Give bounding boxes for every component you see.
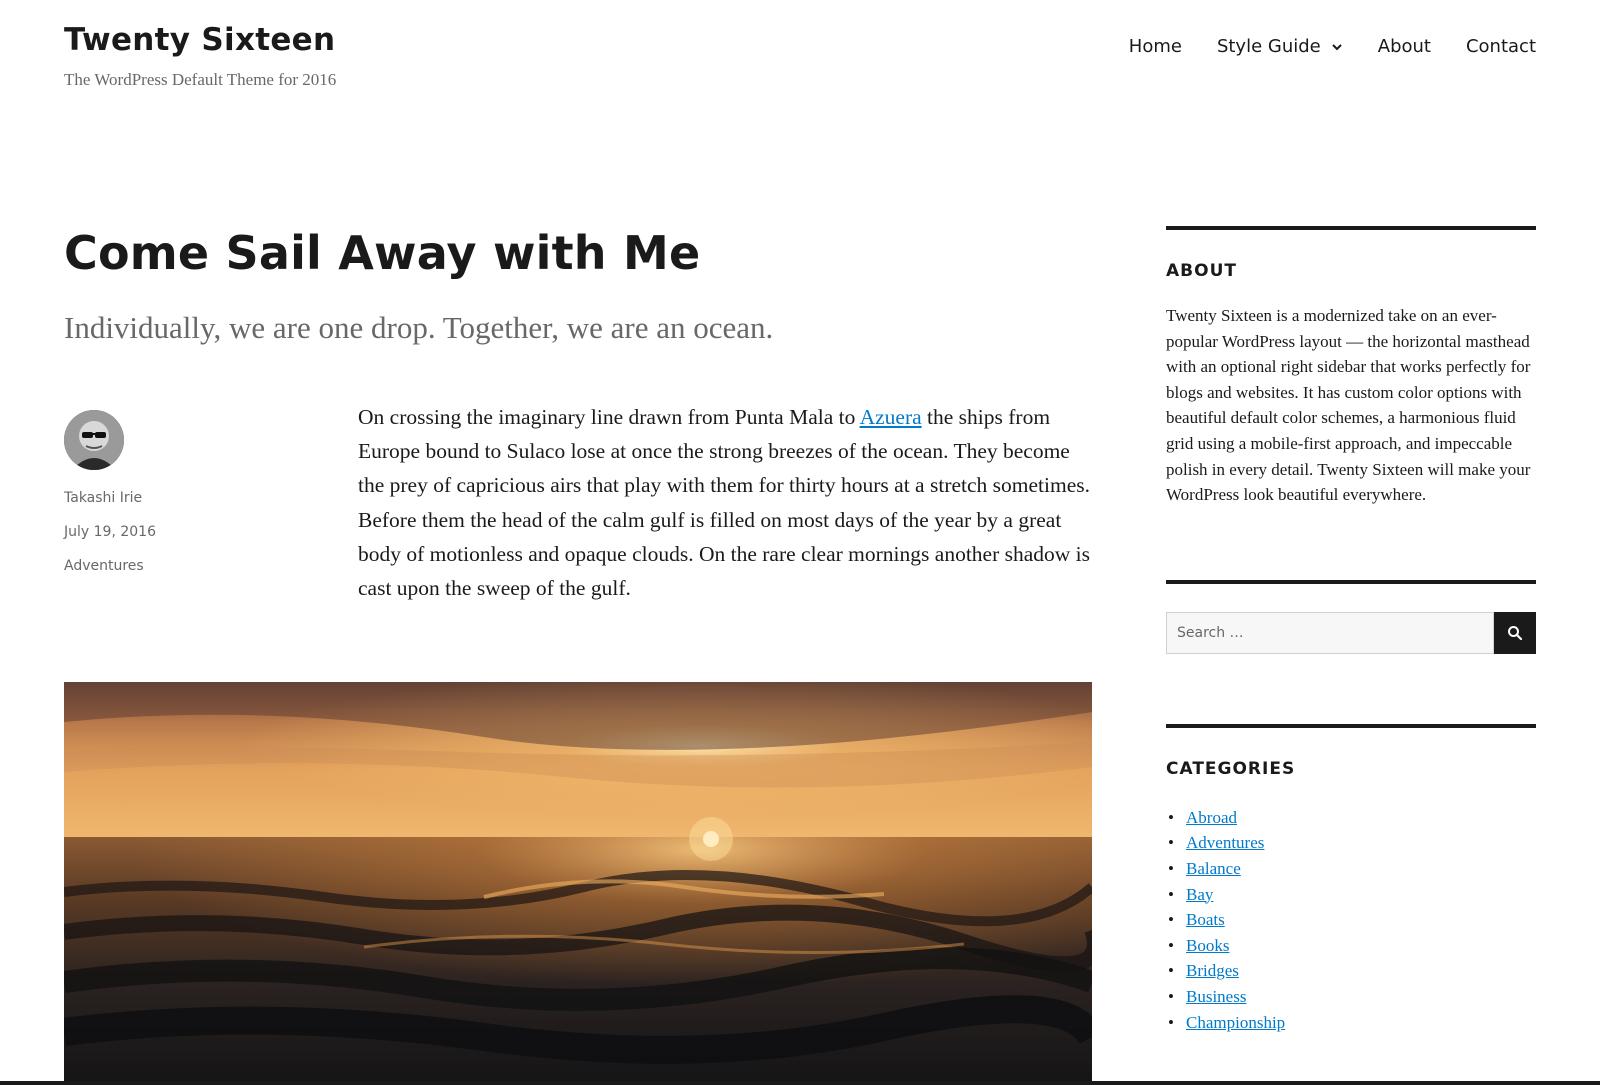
- search-input[interactable]: Search …: [1166, 611, 1494, 654]
- azuera-link[interactable]: Azuera: [860, 405, 922, 429]
- category-link[interactable]: Abroad: [1186, 808, 1237, 827]
- category-item[interactable]: Business: [1166, 984, 1536, 1010]
- main-navigation: Home Style Guide About Contact: [1094, 36, 1536, 57]
- about-widget-text: Twenty Sixteen is a modernized take on a…: [1166, 306, 1531, 505]
- sidebar: ABOUT Twenty Sixteen is a modernized tak…: [1166, 226, 1536, 1035]
- site-title[interactable]: Twenty Sixteen: [64, 22, 335, 58]
- post-body: On crossing the imaginary line drawn fro…: [358, 400, 1098, 605]
- search-icon: [1508, 625, 1523, 640]
- category-item[interactable]: Abroad: [1166, 805, 1536, 831]
- search-form: Search …: [1166, 611, 1536, 654]
- post-subtitle: Individually, we are one drop. Together,…: [64, 310, 774, 345]
- search-button[interactable]: [1494, 611, 1536, 654]
- category-item[interactable]: Balance: [1166, 856, 1536, 882]
- nav-item-label: About: [1377, 36, 1431, 57]
- featured-image-sunset-ocean: [64, 682, 1092, 1085]
- category-item[interactable]: Bridges: [1166, 958, 1536, 984]
- bottom-border: [0, 1081, 1600, 1085]
- post-meta: Takashi Irie July 19, 2016 Adventures: [64, 410, 304, 574]
- nav-item-about[interactable]: About: [1378, 36, 1431, 57]
- avatar-image: [64, 410, 124, 470]
- categories-widget-title: CATEGORIES: [1166, 758, 1296, 779]
- body-text: On crossing the imaginary line drawn fro…: [358, 405, 860, 429]
- about-widget-title: ABOUT: [1166, 261, 1237, 281]
- category-link[interactable]: Boats: [1186, 910, 1225, 929]
- avatar[interactable]: [64, 410, 124, 470]
- category-item[interactable]: Bay: [1166, 882, 1536, 908]
- site-header: Twenty Sixteen The WordPress Default The…: [64, 22, 1536, 102]
- category-link[interactable]: Books: [1186, 936, 1229, 955]
- categories-widget: CATEGORIES Abroad Adventures Balance Bay…: [1166, 723, 1536, 1035]
- chevron-down-icon: [1332, 43, 1342, 50]
- site-description: The WordPress Default Theme for 2016: [64, 70, 337, 89]
- category-item[interactable]: Boats: [1166, 907, 1536, 933]
- about-widget: ABOUT Twenty Sixteen is a modernized tak…: [1166, 226, 1536, 508]
- category-link[interactable]: Championship: [1186, 1013, 1285, 1032]
- category-link[interactable]: Bridges: [1186, 961, 1239, 980]
- post-date-link[interactable]: July 19, 2016: [64, 524, 304, 540]
- nav-item-contact[interactable]: Contact: [1466, 36, 1536, 57]
- category-item[interactable]: Championship: [1166, 1010, 1536, 1036]
- category-item[interactable]: Books: [1166, 933, 1536, 959]
- category-link[interactable]: Bay: [1186, 885, 1213, 904]
- category-link[interactable]: Adventures: [64, 558, 304, 574]
- nav-item-home[interactable]: Home: [1129, 36, 1182, 57]
- search-widget: Search …: [1166, 579, 1536, 654]
- post-title: Come Sail Away with Me: [64, 226, 701, 280]
- nav-item-label: Style Guide: [1216, 36, 1321, 57]
- categories-list: Abroad Adventures Balance Bay Boats Book…: [1166, 805, 1536, 1035]
- nav-item-style-guide[interactable]: Style Guide: [1217, 36, 1343, 57]
- category-link[interactable]: Adventures: [1186, 833, 1264, 852]
- nav-item-label: Contact: [1465, 36, 1536, 57]
- author-link[interactable]: Takashi Irie: [64, 490, 304, 506]
- nav-item-label: Home: [1128, 36, 1182, 57]
- category-link[interactable]: Business: [1186, 987, 1246, 1006]
- category-item[interactable]: Adventures: [1166, 830, 1536, 856]
- body-text: the ships from Europe bound to Sulaco lo…: [358, 405, 1091, 601]
- category-link[interactable]: Balance: [1186, 859, 1241, 878]
